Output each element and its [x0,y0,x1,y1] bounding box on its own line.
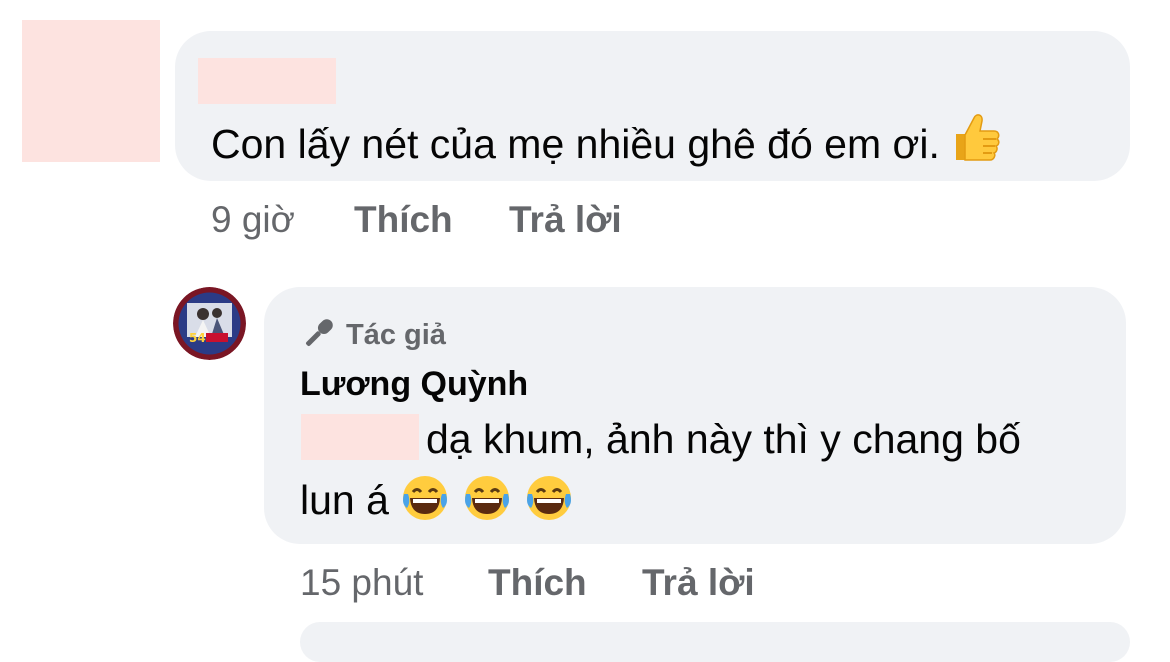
author-name[interactable]: Lương Quỳnh [300,362,528,406]
commenter-avatar-redacted[interactable] [22,20,160,162]
author-badge-label: Tác giả [346,319,446,351]
author-avatar[interactable]: 54 [173,287,246,360]
svg-text:54: 54 [189,331,206,345]
laughing-tears-emoji-icon [523,472,575,535]
comment-timestamp: 9 giờ [211,199,295,240]
reply-timestamp: 15 phút [300,562,424,603]
reply-text-line-2-content: lun á [300,477,389,523]
mention-tag-redacted[interactable] [301,414,419,460]
thumbs-up-emoji-icon [950,110,1002,175]
commenter-name-redacted[interactable] [198,58,336,104]
reply-text-line-2: lun á [300,472,575,535]
laughing-tears-emoji-icon [399,472,451,535]
reply-reply-button[interactable]: Trả lời [642,561,755,605]
next-comment-bubble [300,622,1130,662]
microphone-icon [300,319,346,351]
reply-button[interactable]: Trả lời [509,198,622,242]
author-badge: Tác giả [300,314,446,354]
comment-text: Con lấy nét của mẹ nhiều ghê đó em ơi. [211,110,1002,175]
like-button[interactable]: Thích [354,198,453,242]
reply-like-button[interactable]: Thích [488,561,587,605]
laughing-tears-emoji-icon [461,472,513,535]
comment-actions: 9 giờ Thích Trả lời [211,198,622,242]
reply-text-line-1: dạ khum, ảnh này thì y chang bố [426,416,1021,462]
comment-text-content: Con lấy nét của mẹ nhiều ghê đó em ơi. [211,121,940,167]
reply-actions: 15 phút Thích Trả lời [300,561,755,605]
